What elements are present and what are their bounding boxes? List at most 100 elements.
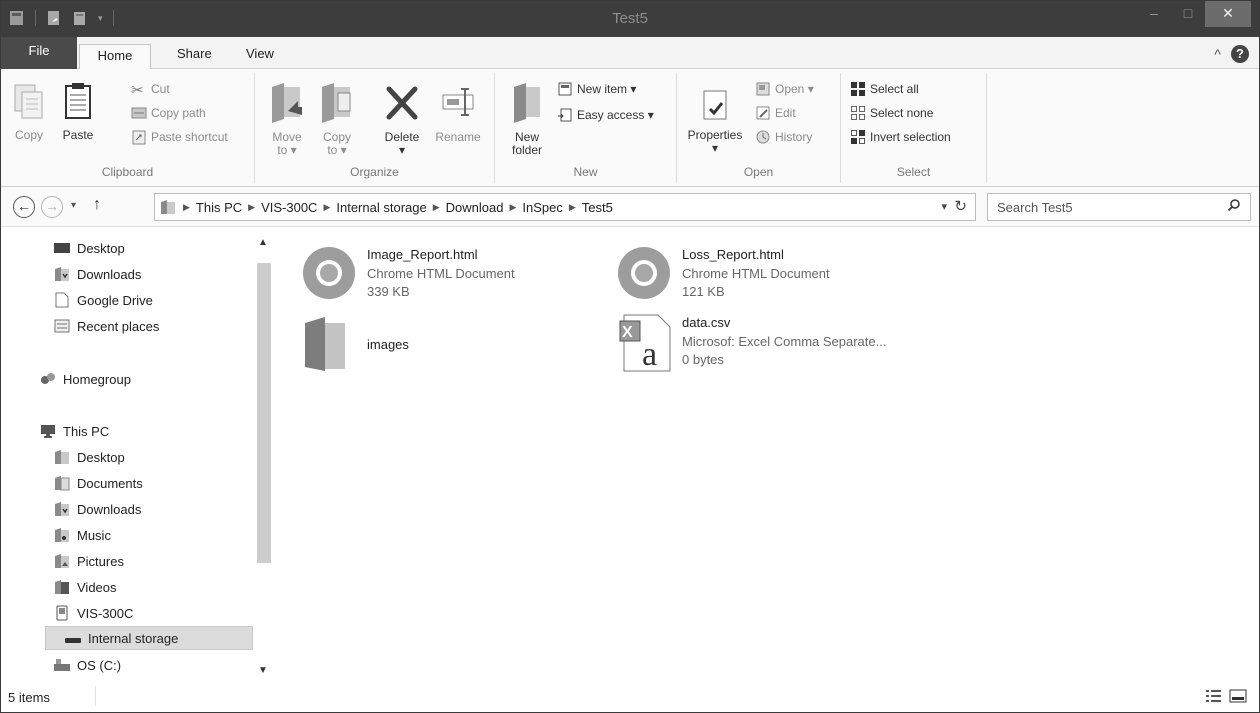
edit-button[interactable]: Edit — [755, 105, 796, 121]
new-folder-label-2: folder — [511, 143, 543, 157]
help-icon[interactable]: ? — [1231, 45, 1249, 63]
nav-item-label: Music — [77, 527, 111, 543]
downloads-icon — [55, 267, 69, 281]
tab-view[interactable]: View — [246, 46, 274, 61]
desktop-folder-icon — [55, 450, 69, 464]
nav-item-label: VIS-300C — [77, 605, 134, 621]
nav-item-label: OS (C:) — [77, 657, 122, 673]
new-folder-button[interactable]: New folder — [507, 81, 547, 157]
chrome-icon — [618, 247, 670, 299]
file-size: 121 KB — [682, 284, 725, 299]
breadcrumb-item[interactable]: VIS-300C — [261, 200, 317, 215]
select-none-label: Select none — [870, 106, 934, 120]
file-name: Loss_Report.html — [682, 247, 784, 262]
tab-file[interactable]: File — [1, 37, 77, 69]
open-group: Properties ▾ Open ▾ Edit History Open — [677, 73, 841, 183]
ribbon-controls: ^ ? — [1214, 45, 1249, 63]
rename-button[interactable]: Rename — [431, 81, 485, 144]
properties-button[interactable]: Properties ▾ — [683, 87, 747, 155]
collapse-ribbon-icon[interactable]: ^ — [1214, 46, 1221, 62]
nav-item-documents[interactable]: Documents — [53, 472, 143, 494]
paste-shortcut-button[interactable]: Paste shortcut — [131, 129, 228, 145]
open-button[interactable]: Open ▾ — [755, 81, 814, 97]
csv-icon: Xa — [619, 314, 671, 373]
file-item[interactable]: Loss_Report.html Chrome HTML Document 12… — [618, 245, 938, 307]
nav-item-label: Internal storage — [88, 630, 179, 646]
select-none-button[interactable]: Select none — [850, 105, 933, 121]
device-icon — [56, 605, 68, 621]
nav-item-vis-300c[interactable]: VIS-300C — [53, 602, 133, 624]
details-view-icon[interactable] — [1205, 688, 1223, 704]
nav-item-this-pc[interactable]: This PC — [39, 420, 109, 442]
easy-access-label: Easy access ▾ — [577, 108, 654, 122]
file-item[interactable]: Xa data.csv Microsof: Excel Comma Separa… — [618, 313, 938, 375]
navigation-pane: Desktop Downloads Google Drive Recent pl… — [1, 227, 273, 682]
history-button[interactable]: History — [755, 129, 812, 145]
breadcrumb-item[interactable]: InSpec — [522, 200, 562, 215]
invert-selection-button[interactable]: Invert selection — [850, 129, 951, 145]
address-row: ← → ▾ ↑ ▶ This PC ▶ VIS-300C ▶ Internal … — [1, 187, 1259, 227]
hard-drive-icon — [54, 659, 70, 671]
ribbon-tabs: File Home Share View ^ ? — [1, 37, 1259, 70]
downloads-icon — [55, 502, 69, 516]
nav-scrollbar[interactable]: ▲ ▼ — [255, 235, 273, 680]
edit-label: Edit — [775, 106, 796, 120]
cut-button[interactable]: ✂ Cut — [131, 81, 170, 99]
search-icon[interactable] — [1227, 198, 1241, 212]
nav-item-downloads[interactable]: Downloads — [53, 498, 141, 520]
refresh-icon[interactable]: ↻ — [954, 197, 967, 215]
up-button[interactable]: ↑ — [93, 196, 101, 214]
breadcrumb-item[interactable]: This PC — [196, 200, 242, 215]
nav-item-label: Google Drive — [77, 292, 153, 308]
scroll-up-arrow-icon[interactable]: ▲ — [258, 237, 268, 248]
tab-home[interactable]: Home — [79, 44, 151, 70]
close-button[interactable]: ✕ — [1205, 1, 1251, 27]
nav-item-label: Pictures — [77, 553, 124, 569]
edit-icon — [756, 106, 770, 120]
nav-item-music[interactable]: Music — [53, 524, 111, 546]
breadcrumb-item[interactable]: Download — [446, 200, 504, 215]
tab-share[interactable]: Share — [177, 46, 212, 61]
back-button[interactable]: ← — [13, 196, 35, 218]
forward-button[interactable]: → — [41, 196, 63, 218]
breadcrumb-item[interactable]: Internal storage — [336, 200, 426, 215]
nav-item-label: Desktop — [77, 240, 125, 256]
minimize-button[interactable]: – — [1137, 1, 1171, 27]
nav-item-os-c[interactable]: OS (C:) — [53, 654, 121, 676]
scroll-thumb[interactable] — [257, 263, 271, 563]
easy-access-button[interactable]: Easy access ▾ — [557, 107, 654, 123]
address-dropdown-icon[interactable]: ▾ — [941, 200, 947, 213]
select-all-button[interactable]: Select all — [850, 81, 919, 97]
nav-item-recent-places[interactable]: Recent places — [53, 315, 159, 337]
delete-button[interactable]: Delete ▾ — [377, 81, 427, 157]
nav-item-desktop[interactable]: Desktop — [53, 237, 125, 259]
paste-button[interactable]: Paste — [56, 81, 100, 142]
copy-to-icon — [322, 83, 351, 123]
easy-access-icon — [558, 108, 572, 122]
file-item[interactable]: Image_Report.html Chrome HTML Document 3… — [303, 245, 623, 307]
nav-item-desktop[interactable]: Desktop — [53, 446, 125, 468]
copy-button[interactable]: Copy — [9, 81, 49, 142]
recent-locations-button[interactable]: ▾ — [71, 200, 76, 211]
copy-to-button[interactable]: Copy to ▾ — [317, 81, 357, 157]
move-to-button[interactable]: Move to ▾ — [267, 81, 307, 157]
address-bar[interactable]: ▶ This PC ▶ VIS-300C ▶ Internal storage … — [154, 193, 976, 221]
file-type: Microsof: Excel Comma Separate... — [682, 334, 887, 349]
folder-item[interactable]: images — [303, 315, 623, 377]
search-input[interactable]: Search Test5 — [987, 193, 1251, 221]
maximize-button[interactable]: □ — [1171, 1, 1205, 27]
new-group: New folder New item ▾ Easy access ▾ New — [495, 73, 677, 183]
copy-path-button[interactable]: Copy path — [131, 105, 206, 121]
properties-label: Properties — [687, 128, 743, 142]
breadcrumb-item[interactable]: Test5 — [582, 200, 613, 215]
nav-item-videos[interactable]: Videos — [53, 576, 117, 598]
copy-icon — [14, 84, 43, 119]
large-icons-view-icon[interactable] — [1229, 688, 1247, 704]
new-item-button[interactable]: New item ▾ — [557, 81, 636, 97]
nav-item-internal-storage[interactable]: Internal storage — [45, 626, 253, 650]
nav-item-google-drive[interactable]: Google Drive — [53, 289, 153, 311]
nav-item-downloads[interactable]: Downloads — [53, 263, 141, 285]
nav-item-homegroup[interactable]: Homegroup — [39, 368, 131, 390]
nav-item-pictures[interactable]: Pictures — [53, 550, 124, 572]
scroll-down-arrow-icon[interactable]: ▼ — [258, 665, 268, 676]
